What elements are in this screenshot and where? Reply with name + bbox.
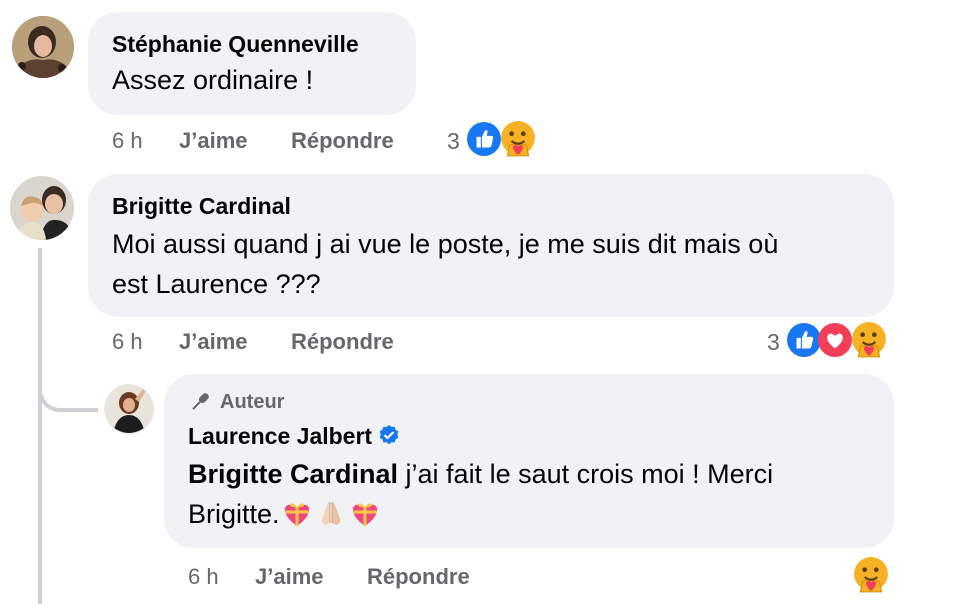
care-reaction-icon — [850, 321, 888, 364]
comment-bubble: Brigitte Cardinal Moi aussi quand j ai v… — [88, 174, 894, 317]
thread-curve — [38, 372, 98, 412]
reply-author[interactable]: Laurence Jalbert — [188, 423, 372, 449]
heart-with-ribbon-icon — [282, 498, 312, 526]
heart-with-ribbon-icon — [350, 498, 380, 526]
reply-time[interactable]: 6 h — [188, 564, 219, 590]
mention-link[interactable]: Brigitte Cardinal — [188, 459, 398, 489]
reply-text-line-1: Brigitte Cardinal j’ai fait le saut croi… — [188, 454, 773, 494]
reply-button[interactable]: Répondre — [291, 128, 394, 154]
comment-author[interactable]: Stéphanie Quenneville — [112, 31, 359, 58]
reaction-count: 3 — [767, 329, 780, 355]
reply-button[interactable]: Répondre — [291, 329, 394, 355]
comment-text-line-2: est Laurence ??? — [112, 269, 321, 299]
like-button[interactable]: J’aime — [179, 128, 248, 154]
comment-author[interactable]: Brigitte Cardinal — [112, 193, 291, 220]
reply-text: Brigitte. — [188, 499, 280, 529]
verified-badge-icon — [378, 424, 400, 446]
reaction-summary[interactable]: 3 — [767, 321, 892, 361]
avatar[interactable] — [10, 176, 74, 240]
reply-bubble: Auteur Laurence Jalbert Brigitte Cardina… — [164, 374, 894, 548]
care-reaction-icon — [852, 556, 890, 599]
avatar[interactable] — [104, 384, 154, 434]
author-badge-label: Auteur — [220, 390, 285, 413]
thread-line — [38, 248, 42, 604]
like-reaction-icon — [467, 122, 501, 161]
reaction-summary[interactable] — [852, 556, 892, 596]
microphone-icon — [188, 390, 212, 414]
comment-bubble: Stéphanie Quenneville Assez ordinaire ! — [88, 12, 416, 115]
reply-text: j’ai fait le saut crois moi ! Merci — [398, 459, 774, 489]
comment-text-line-1: Moi aussi quand j ai vue le poste, je me… — [112, 229, 779, 259]
like-reaction-icon — [787, 323, 821, 362]
reply-text-line-2: Brigitte. — [188, 494, 382, 534]
reply-button[interactable]: Répondre — [367, 564, 470, 590]
comment-time[interactable]: 6 h — [112, 329, 143, 355]
comment-text: Assez ordinaire ! — [112, 65, 314, 95]
like-button[interactable]: J’aime — [179, 329, 248, 355]
like-button[interactable]: J’aime — [255, 564, 324, 590]
reply-author-row: Laurence Jalbert — [188, 423, 400, 450]
comment-time[interactable]: 6 h — [112, 128, 143, 154]
reaction-count: 3 — [447, 128, 460, 154]
care-reaction-icon — [499, 120, 537, 163]
love-reaction-icon — [818, 323, 852, 362]
folded-hands-icon — [316, 498, 346, 526]
avatar[interactable] — [12, 16, 74, 78]
author-badge: Auteur — [188, 388, 284, 416]
reaction-summary[interactable]: 3 — [447, 120, 547, 160]
